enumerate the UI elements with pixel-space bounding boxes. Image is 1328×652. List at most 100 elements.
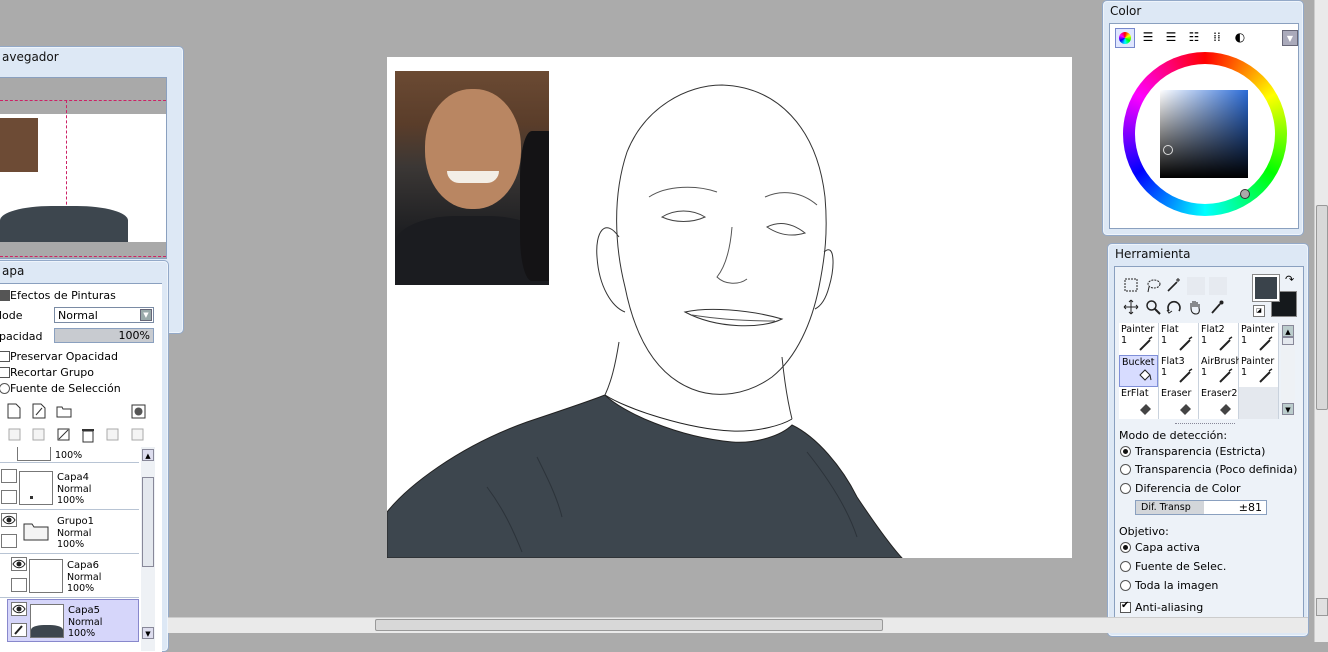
tolerance-slider[interactable]: Dif. Transp ±81 bbox=[1135, 500, 1267, 515]
sv-picker-handle[interactable] bbox=[1163, 145, 1173, 155]
horizontal-scrollbar[interactable] bbox=[168, 617, 1308, 633]
brush-icon bbox=[1219, 368, 1233, 383]
hue-picker-handle[interactable] bbox=[1240, 189, 1250, 199]
layer-mask-icon[interactable] bbox=[131, 404, 146, 419]
layer-row[interactable]: Capa6 Normal 100% bbox=[0, 555, 139, 598]
detection-strict-radio[interactable] bbox=[1120, 446, 1131, 457]
new-pen-layer-icon[interactable] bbox=[32, 403, 46, 419]
brush-slot[interactable]: Bucket bbox=[1119, 355, 1158, 387]
move-icon[interactable] bbox=[1123, 299, 1139, 315]
clear-layer-icon[interactable] bbox=[56, 427, 71, 442]
zoom-icon[interactable] bbox=[1145, 299, 1161, 315]
layer-lock-toggle[interactable] bbox=[1, 534, 17, 548]
target-selection-source-radio[interactable] bbox=[1120, 561, 1131, 572]
layer-lock-toggle[interactable] bbox=[11, 578, 27, 592]
brush-slot[interactable]: Painter 1 bbox=[1239, 323, 1278, 355]
brush-slot[interactable] bbox=[1239, 387, 1278, 419]
color-wheel-mode-icon[interactable] bbox=[1115, 28, 1135, 48]
target-active-layer-radio[interactable] bbox=[1120, 542, 1131, 553]
scroll-up-icon[interactable]: ▲ bbox=[1282, 325, 1294, 337]
rotate-icon[interactable] bbox=[1166, 299, 1182, 315]
opacity-label: pacidad bbox=[0, 330, 43, 343]
merge-visible-icon[interactable] bbox=[105, 427, 120, 442]
head-outline bbox=[616, 84, 827, 395]
scroll-down-icon[interactable] bbox=[1316, 598, 1328, 616]
opacity-slider[interactable]: 100% bbox=[54, 328, 154, 343]
eye-icon[interactable] bbox=[11, 557, 27, 571]
vertical-scroll-thumb[interactable] bbox=[1316, 205, 1328, 410]
palette-grid-icon[interactable]: ⁞⁞ bbox=[1208, 28, 1226, 46]
layer-panel-title: apa bbox=[2, 264, 25, 278]
rgb-slider-icon[interactable]: ☰ bbox=[1139, 28, 1157, 46]
detection-color-diff-radio[interactable] bbox=[1120, 483, 1131, 494]
merge-down-icon[interactable] bbox=[31, 427, 46, 442]
brush-slot[interactable]: Flat2 1 bbox=[1199, 323, 1238, 355]
detection-loose-radio[interactable] bbox=[1120, 464, 1131, 475]
scroll-down-icon[interactable]: ▼ bbox=[142, 627, 154, 639]
brush-slot[interactable]: Flat 1 bbox=[1159, 323, 1198, 355]
saturation-value-square[interactable] bbox=[1160, 90, 1248, 178]
scroll-thumb[interactable] bbox=[1282, 337, 1294, 345]
bucket-icon bbox=[1139, 369, 1152, 381]
horizontal-scroll-thumb[interactable] bbox=[375, 619, 883, 631]
target-label: Objetivo: bbox=[1119, 525, 1169, 538]
splitter-grip[interactable] bbox=[1175, 423, 1235, 426]
pen-icon[interactable] bbox=[11, 623, 27, 637]
clip-group-checkbox[interactable] bbox=[0, 367, 10, 378]
eye-icon[interactable] bbox=[11, 602, 27, 616]
swap-colors-icon[interactable]: ↷ bbox=[1285, 273, 1294, 286]
brush-slot[interactable]: Eraser bbox=[1159, 387, 1198, 419]
lasso-icon[interactable] bbox=[1145, 277, 1161, 293]
brush-slot[interactable]: Painter 1 bbox=[1239, 355, 1278, 387]
scroll-thumb[interactable] bbox=[142, 477, 154, 567]
scroll-down-icon[interactable]: ▼ bbox=[1282, 403, 1294, 415]
target-whole-image-radio[interactable] bbox=[1120, 580, 1131, 591]
scratchpad-icon[interactable]: ◐ bbox=[1231, 28, 1249, 46]
detection-strict-label: Transparencia (Estricta) bbox=[1135, 445, 1266, 458]
flatten-icon[interactable] bbox=[130, 427, 145, 442]
layer-mode: Normal bbox=[57, 528, 92, 539]
layer-opacity: 100% bbox=[57, 539, 85, 550]
color-panel-body: ☰ ☰ ☷ ⁞⁞ ◐ ▼ bbox=[1109, 23, 1299, 229]
foreground-color-swatch[interactable] bbox=[1252, 274, 1280, 302]
vertical-scrollbar[interactable] bbox=[1314, 0, 1328, 642]
layer-visibility-toggle[interactable] bbox=[1, 469, 17, 483]
new-folder-icon[interactable] bbox=[56, 405, 72, 418]
transfer-down-icon[interactable] bbox=[7, 427, 22, 442]
brush-slot[interactable]: AirBrush 1 bbox=[1199, 355, 1241, 387]
layer-row-selected[interactable]: Capa5 Normal 100% bbox=[7, 599, 139, 642]
scroll-up-icon[interactable]: ▲ bbox=[142, 449, 154, 461]
brush-slot[interactable]: Flat3 1 bbox=[1159, 355, 1198, 387]
trash-icon[interactable] bbox=[81, 427, 95, 443]
mode-label: lode bbox=[0, 309, 23, 322]
navigator-preview[interactable] bbox=[0, 77, 167, 259]
drawing-canvas[interactable] bbox=[387, 57, 1072, 558]
eyedropper-icon[interactable] bbox=[1209, 299, 1225, 315]
layer-lock-toggle[interactable] bbox=[1, 490, 17, 504]
preserve-opacity-checkbox[interactable] bbox=[0, 351, 10, 362]
reset-colors-icon[interactable]: ◪ bbox=[1253, 305, 1265, 317]
brush-slot[interactable]: ErFlat bbox=[1119, 387, 1158, 419]
layer-row[interactable]: Capa4 Normal 100% bbox=[0, 467, 139, 510]
layer-list-scrollbar[interactable]: ▲ ▼ bbox=[141, 447, 155, 651]
tolerance-value: ±81 bbox=[1238, 501, 1262, 514]
detection-mode-label: Modo de detección: bbox=[1119, 429, 1228, 442]
magic-wand-icon[interactable] bbox=[1166, 277, 1182, 293]
layer-row[interactable]: Grupo1 Normal 100% bbox=[0, 511, 139, 554]
brush-slot[interactable]: Eraser2 bbox=[1199, 387, 1238, 419]
paint-effects-toggle[interactable] bbox=[0, 290, 10, 301]
blend-mode-select[interactable]: Normal ▼ bbox=[54, 307, 154, 323]
layer-row[interactable]: 100% bbox=[0, 447, 139, 463]
hand-icon[interactable] bbox=[1187, 299, 1203, 315]
brush-icon bbox=[1179, 368, 1193, 383]
hsv-slider-icon[interactable]: ☰ bbox=[1162, 28, 1180, 46]
swatch-slider-icon[interactable]: ☷ bbox=[1185, 28, 1203, 46]
brush-slot[interactable]: Painter 1 bbox=[1119, 323, 1158, 355]
chevron-down-icon[interactable]: ▼ bbox=[1282, 30, 1298, 46]
antialiasing-checkbox[interactable]: ✔ bbox=[1120, 600, 1131, 613]
new-layer-icon[interactable] bbox=[7, 403, 21, 419]
brush-grid-scrollbar[interactable]: ▲ ▼ bbox=[1281, 323, 1295, 419]
target-active-layer-label: Capa activa bbox=[1135, 541, 1201, 554]
rect-select-icon[interactable] bbox=[1123, 277, 1139, 293]
eye-icon[interactable] bbox=[1, 513, 17, 527]
